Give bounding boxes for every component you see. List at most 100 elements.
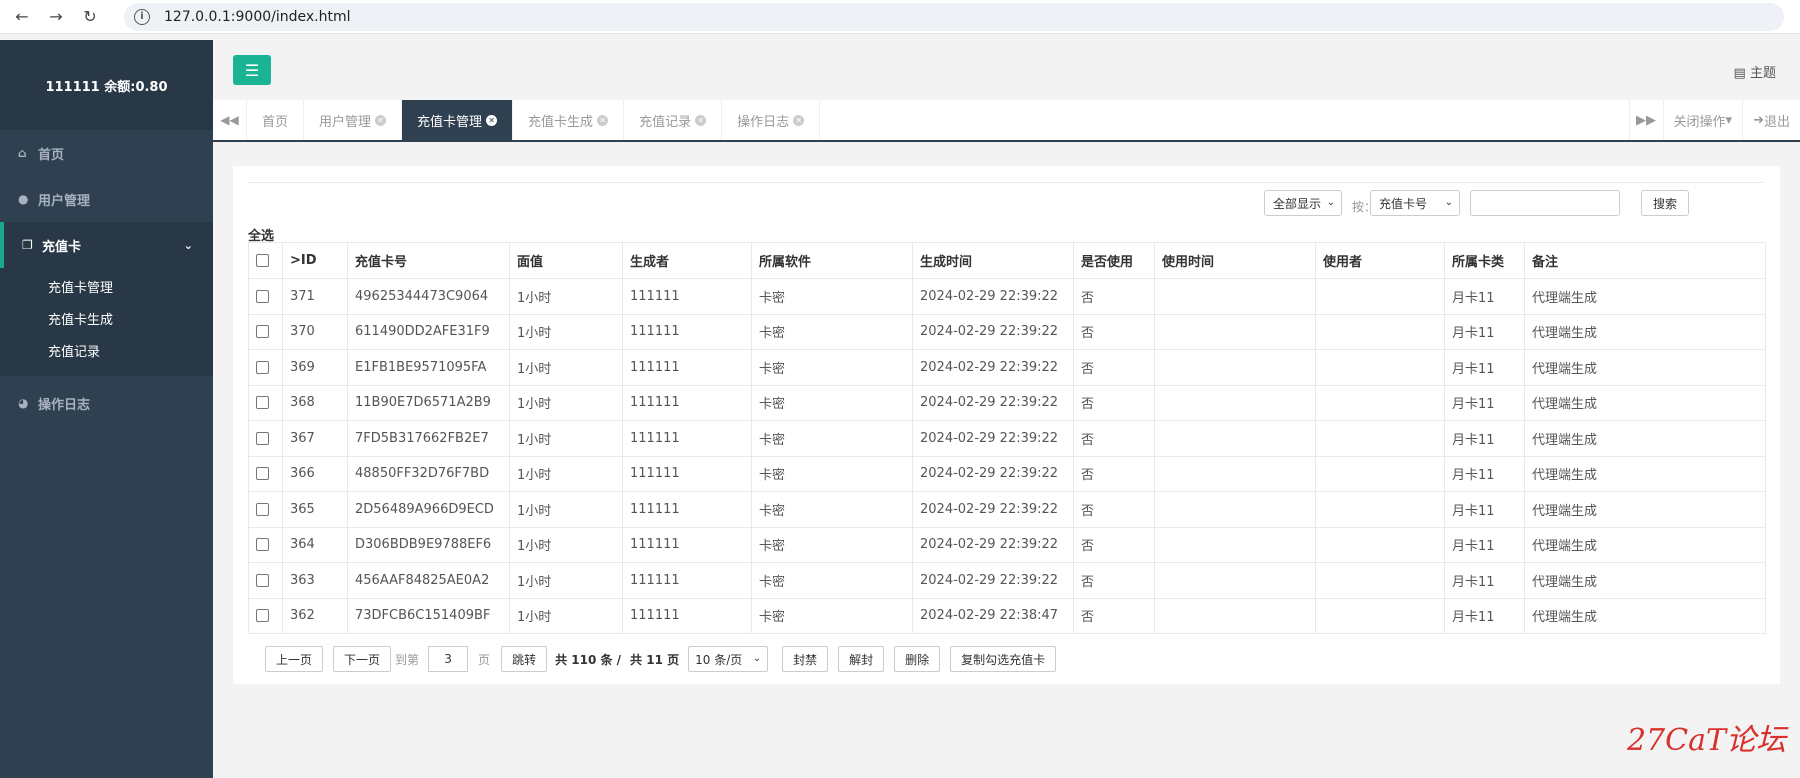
header-checkbox[interactable] xyxy=(256,254,269,267)
sidebar-subitem-recharge-records[interactable]: 充值记录 xyxy=(0,334,213,366)
table-row[interactable]: 365 2D56489A966D9ECD 1小时 111111 卡密 2024-02-29… xyxy=(248,491,1766,528)
row-checkbox[interactable] xyxy=(256,325,269,339)
sidebar-subitem-card-generate[interactable]: 充值卡生成 xyxy=(0,302,213,334)
tab-recharge-records[interactable]: 充值记录 ✕ xyxy=(624,100,723,140)
table-cell: 代理端生成 xyxy=(1524,313,1766,350)
unban-button[interactable]: 解封 xyxy=(838,646,885,672)
forward-arrow-icon[interactable]: → xyxy=(44,5,68,29)
page-unit-label: 页 xyxy=(478,652,491,667)
tab-close-icon[interactable]: ✕ xyxy=(793,114,805,126)
table-cell: 卡密 xyxy=(751,562,913,599)
table-cell: 2024-02-29 22:39:22 xyxy=(912,455,1074,492)
sidebar-subitem-card-manage[interactable]: 充值卡管理 xyxy=(0,270,213,302)
table-row[interactable]: 363 456AAF84825AE0A2 1小时 111111 卡密 2024-02-29… xyxy=(248,562,1766,599)
row-checkbox[interactable] xyxy=(256,538,269,552)
tab-user-management[interactable]: 用户管理 ✕ xyxy=(304,100,403,140)
theme-button[interactable]: ▤ 主题 xyxy=(1734,62,1776,81)
table-cell: 月卡11 xyxy=(1444,349,1525,386)
row-checkbox-cell xyxy=(248,597,283,634)
table-cell: 卡密 xyxy=(751,455,913,492)
table-row[interactable]: 371 49625344473C9064 1小时 111111 卡密 2024-02-29… xyxy=(248,278,1766,315)
row-checkbox[interactable] xyxy=(256,573,269,587)
show-filter-select[interactable]: 全部显示 ⌄ xyxy=(1264,190,1342,216)
table-cell: 7FD5B317662FB2E7 xyxy=(347,420,510,457)
address-bar[interactable]: i 127.0.0.1:9000/index.html xyxy=(124,2,1784,31)
row-checkbox[interactable] xyxy=(256,289,269,303)
search-field-select[interactable]: 充值卡号 ⌄ xyxy=(1370,190,1460,216)
recharge-card-table: >ID 充值卡号 面值 生成者 所属软件 生成时间 是否使用 使用时间 使用者 … xyxy=(248,242,1766,634)
row-checkbox[interactable] xyxy=(256,396,269,410)
table-row[interactable]: 364 D306BDB9E9788EF6 1小时 111111 卡密 2024-02-29… xyxy=(248,526,1766,563)
row-checkbox-cell xyxy=(248,349,283,386)
sidebar-item-users[interactable]: ● 用户管理 xyxy=(0,176,213,222)
table-cell: 卡密 xyxy=(751,349,913,386)
table-cell: 11B90E7D6571A2B9 xyxy=(347,384,510,421)
table-row[interactable]: 362 73DFCB6C151409BF 1小时 111111 卡密 2024-02-29… xyxy=(248,597,1766,634)
close-operations-dropdown[interactable]: 关闭操作 ▾ xyxy=(1662,100,1743,140)
ban-button[interactable]: 封禁 xyxy=(782,646,829,672)
tab-close-icon[interactable]: ✕ xyxy=(486,114,498,126)
table-cell: 2024-02-29 22:38:47 xyxy=(912,597,1074,634)
table-cell: 代理端生成 xyxy=(1524,278,1766,315)
table-cell: 否 xyxy=(1073,491,1155,528)
per-page-select[interactable]: 10 条/页 ⌄ xyxy=(688,646,769,672)
sidebar-item-home[interactable]: ⌂ 首页 xyxy=(0,130,213,176)
table-cell xyxy=(1154,455,1316,492)
table-row[interactable]: 368 11B90E7D6571A2B9 1小时 111111 卡密 2024-02-29… xyxy=(248,384,1766,421)
logout-button[interactable]: ➜ 退出 xyxy=(1742,100,1800,140)
table-row[interactable]: 366 48850FF32D76F7BD 1小时 111111 卡密 2024-02-29… xyxy=(248,455,1766,492)
search-input[interactable] xyxy=(1470,190,1620,216)
sidebar-item-operation-log[interactable]: ◕ 操作日志 xyxy=(0,380,213,426)
next-page-button[interactable]: 下一页 xyxy=(333,646,392,672)
tab-label: 首页 xyxy=(262,114,289,130)
row-checkbox-cell xyxy=(248,278,283,315)
table-row[interactable]: 367 7FD5B317662FB2E7 1小时 111111 卡密 2024-02-29… xyxy=(248,420,1766,457)
column-header[interactable]: >ID xyxy=(282,242,348,279)
jump-button[interactable]: 跳转 xyxy=(501,646,548,672)
row-checkbox[interactable] xyxy=(256,360,269,374)
table-cell: 368 xyxy=(282,384,348,421)
tab-label: 充值卡生成 xyxy=(528,114,594,130)
tab-home[interactable]: 首页 xyxy=(247,100,305,140)
table-row[interactable]: 370 611490DD2AFE31F9 1小时 111111 卡密 2024-02-29… xyxy=(248,313,1766,350)
table-cell: 366 xyxy=(282,455,348,492)
site-info-icon[interactable]: i xyxy=(134,8,150,25)
delete-button[interactable]: 删除 xyxy=(894,646,941,672)
sidebar-item-label: 用户管理 xyxy=(38,193,91,209)
theme-icon: ▤ xyxy=(1733,66,1746,81)
table-cell: 111111 xyxy=(622,597,752,634)
tab-card-management[interactable]: 充值卡管理 ✕ xyxy=(402,100,514,140)
menu-toggle-button[interactable]: ☰ xyxy=(233,55,271,85)
total-records: 共 110 条 / xyxy=(555,652,622,667)
back-arrow-icon[interactable]: ← xyxy=(10,5,34,29)
reload-icon[interactable]: ↻ xyxy=(78,5,102,29)
prev-page-button[interactable]: 上一页 xyxy=(265,646,324,672)
tabs-scroll-left-icon[interactable]: ◀◀ xyxy=(213,100,247,140)
table-row[interactable]: 369 E1FB1BE9571095FA 1小时 111111 卡密 2024-02-29… xyxy=(248,349,1766,386)
row-checkbox[interactable] xyxy=(256,609,269,623)
row-checkbox[interactable] xyxy=(256,467,269,481)
copy-selected-button[interactable]: 复制勾选充值卡 xyxy=(950,646,1057,672)
table-cell xyxy=(1154,597,1316,634)
tab-label: 充值卡管理 xyxy=(417,114,483,130)
table-cell: 月卡11 xyxy=(1444,313,1525,350)
sidebar-item-label: 首页 xyxy=(38,147,65,163)
table-cell: 1小时 xyxy=(509,420,623,457)
sidebar-item-recharge-card[interactable]: ❐ 充值卡 ⌄ xyxy=(0,222,213,268)
tab-operation-log[interactable]: 操作日志 ✕ xyxy=(722,100,821,140)
row-checkbox[interactable] xyxy=(256,431,269,445)
table-cell xyxy=(1154,278,1316,315)
page-number-input[interactable]: 3 xyxy=(428,646,469,672)
table-cell: 否 xyxy=(1073,278,1155,315)
tab-card-generate[interactable]: 充值卡生成 ✕ xyxy=(513,100,625,140)
sidebar-item-label: 充值卡 xyxy=(42,239,82,255)
table-cell: 卡密 xyxy=(751,384,913,421)
table-header-row: >ID 充值卡号 面值 生成者 所属软件 生成时间 是否使用 使用时间 使用者 … xyxy=(248,242,1766,279)
table-cell: 111111 xyxy=(622,313,752,350)
tab-close-icon[interactable]: ✕ xyxy=(695,114,707,126)
row-checkbox[interactable] xyxy=(256,502,269,516)
tab-close-icon[interactable]: ✕ xyxy=(375,114,387,126)
tab-close-icon[interactable]: ✕ xyxy=(597,114,609,126)
tabs-scroll-right-icon[interactable]: ▶▶ xyxy=(1628,100,1663,140)
search-button[interactable]: 搜索 xyxy=(1641,190,1689,216)
